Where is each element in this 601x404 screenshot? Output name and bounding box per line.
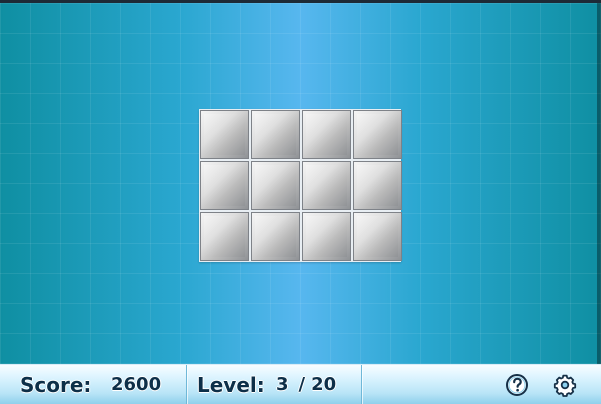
game-field xyxy=(0,3,601,364)
level-current: 3 xyxy=(276,374,289,395)
tile-r3c3[interactable] xyxy=(302,212,351,261)
tile-r3c2[interactable] xyxy=(251,212,300,261)
help-button[interactable] xyxy=(505,373,529,397)
tile-r2c2[interactable] xyxy=(251,161,300,210)
tile-r2c3[interactable] xyxy=(302,161,351,210)
help-icon xyxy=(506,374,528,396)
hud-divider-1 xyxy=(186,365,187,404)
settings-button[interactable] xyxy=(553,373,577,397)
tile-r1c2[interactable] xyxy=(251,110,300,159)
tile-r2c1[interactable] xyxy=(200,161,249,210)
gear-icon xyxy=(553,374,577,397)
tile-r2c4[interactable] xyxy=(353,161,402,210)
tile-r3c1[interactable] xyxy=(200,212,249,261)
hud-divider-2 xyxy=(361,365,362,404)
tile-r3c4[interactable] xyxy=(353,212,402,261)
level-label: Level: xyxy=(197,373,265,397)
tile-r1c4[interactable] xyxy=(353,110,402,159)
score-display: Score: 2600 xyxy=(20,365,180,404)
tile-grid xyxy=(199,109,402,262)
tile-r1c3[interactable] xyxy=(302,110,351,159)
score-label: Score: xyxy=(20,373,92,397)
level-separator: / xyxy=(298,374,306,395)
memory-game: Score: 2600 Level: 3 / 20 xyxy=(0,0,601,404)
score-value: 2600 xyxy=(111,374,162,395)
hud-bar: Score: 2600 Level: 3 / 20 xyxy=(0,364,601,404)
level-total: 20 xyxy=(311,374,337,395)
level-display: Level: 3 / 20 xyxy=(197,365,357,404)
tile-r1c1[interactable] xyxy=(200,110,249,159)
